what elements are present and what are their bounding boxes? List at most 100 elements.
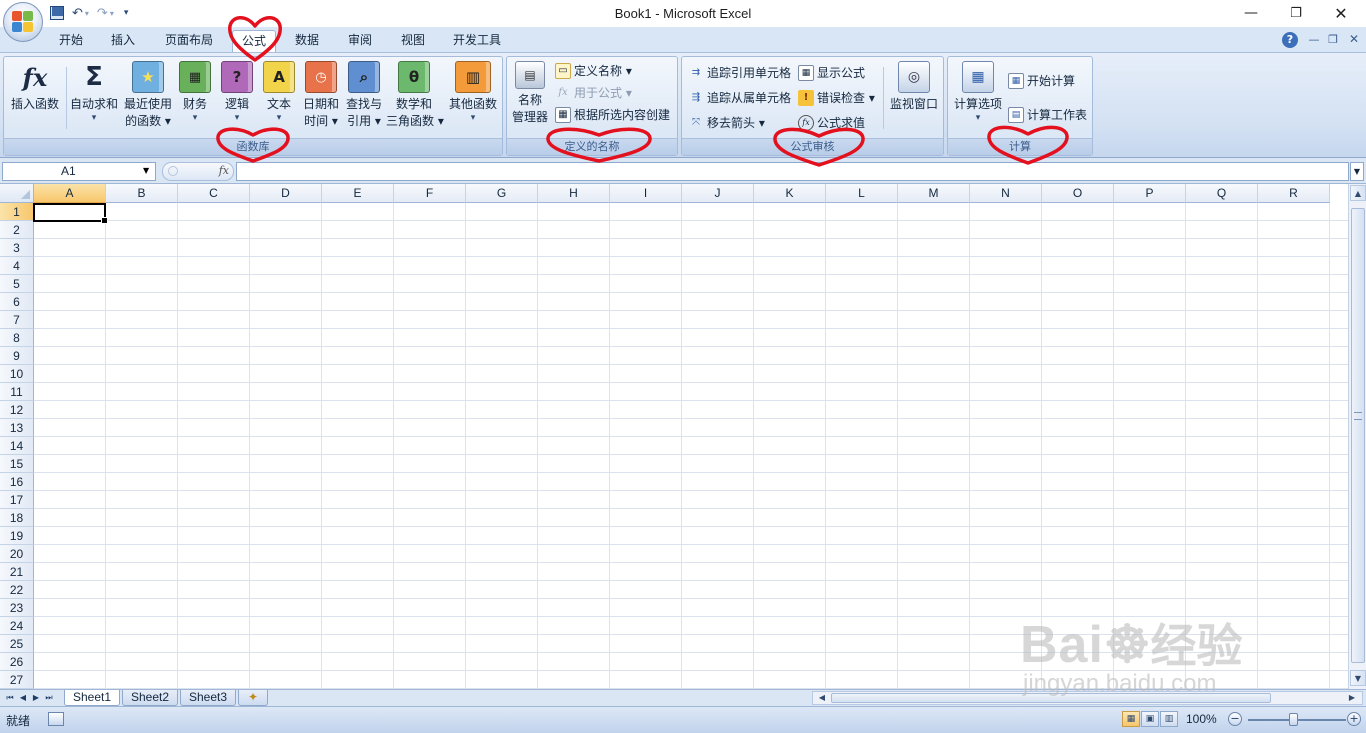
column-header-c[interactable]: C	[178, 184, 250, 203]
row-header-20[interactable]: 20	[0, 545, 34, 563]
tab-data[interactable]: 数据	[288, 30, 326, 52]
column-header-b[interactable]: B	[106, 184, 178, 203]
datetime-button[interactable]: ◷ 日期和 时间 ▾	[301, 61, 341, 130]
help-icon[interactable]: ?	[1282, 32, 1298, 48]
row-header-1[interactable]: 1	[0, 203, 34, 221]
close-button[interactable]: ✕	[1318, 0, 1364, 26]
row-header-9[interactable]: 9	[0, 347, 34, 365]
prev-sheet-icon[interactable]: ◀	[17, 692, 29, 704]
row-header-17[interactable]: 17	[0, 491, 34, 509]
create-from-selection-button[interactable]: ▦ 根据所选内容创建	[555, 105, 670, 125]
row-header-14[interactable]: 14	[0, 437, 34, 455]
column-header-q[interactable]: Q	[1186, 184, 1258, 203]
row-header-6[interactable]: 6	[0, 293, 34, 311]
row-header-7[interactable]: 7	[0, 311, 34, 329]
watch-window-button[interactable]: ◎ 监视窗口	[886, 61, 942, 113]
autosum-button[interactable]: Σ 自动求和 ▾	[68, 61, 120, 124]
expand-formula-bar-icon[interactable]: ▼	[1350, 162, 1364, 181]
name-manager-button[interactable]: ▤ 名称 管理器	[509, 61, 551, 126]
row-header-4[interactable]: 4	[0, 257, 34, 275]
tab-developer[interactable]: 开发工具	[446, 30, 508, 52]
tab-review[interactable]: 审阅	[341, 30, 379, 52]
evaluate-formula-button[interactable]: fx 公式求值	[798, 113, 865, 133]
row-header-12[interactable]: 12	[0, 401, 34, 419]
tab-page-layout[interactable]: 页面布局	[158, 30, 220, 52]
page-break-view-button[interactable]: ▥	[1160, 711, 1178, 727]
insert-function-button[interactable]: fx 插入函数	[6, 61, 64, 113]
calc-now-button[interactable]: ▦ 开始计算	[1008, 71, 1075, 91]
select-all-button[interactable]	[0, 184, 34, 203]
row-header-8[interactable]: 8	[0, 329, 34, 347]
remove-arrows-button[interactable]: ⤧ 移去箭头 ▾	[688, 113, 765, 133]
name-box-dropdown-icon[interactable]: ▼	[143, 166, 149, 175]
row-header-19[interactable]: 19	[0, 527, 34, 545]
column-header-l[interactable]: L	[826, 184, 898, 203]
scroll-right-icon[interactable]: ▶	[1345, 692, 1359, 704]
row-header-13[interactable]: 13	[0, 419, 34, 437]
vertical-scroll-thumb[interactable]	[1351, 208, 1365, 663]
column-header-k[interactable]: K	[754, 184, 826, 203]
last-sheet-icon[interactable]: ⏭	[43, 692, 55, 704]
row-header-16[interactable]: 16	[0, 473, 34, 491]
error-checking-button[interactable]: ! 错误检查 ▾	[798, 88, 875, 108]
define-name-button[interactable]: ▭ 定义名称 ▾	[555, 61, 632, 81]
column-header-j[interactable]: J	[682, 184, 754, 203]
calc-sheet-button[interactable]: ▤ 计算工作表	[1008, 105, 1087, 125]
row-header-5[interactable]: 5	[0, 275, 34, 293]
more-functions-button[interactable]: ▥ 其他函数 ▾	[446, 61, 500, 123]
row-header-26[interactable]: 26	[0, 653, 34, 671]
name-box[interactable]: A1	[2, 162, 156, 181]
sheet-tab-2[interactable]: Sheet2	[122, 690, 178, 706]
column-header-n[interactable]: N	[970, 184, 1042, 203]
page-layout-view-button[interactable]: ▣	[1141, 711, 1159, 727]
tab-insert[interactable]: 插入	[104, 30, 142, 52]
column-header-o[interactable]: O	[1042, 184, 1114, 203]
tab-view[interactable]: 视图	[394, 30, 432, 52]
use-in-formula-button[interactable]: fx 用于公式 ▾	[555, 83, 632, 103]
text-functions-button[interactable]: A 文本 ▾	[260, 61, 298, 123]
row-header-21[interactable]: 21	[0, 563, 34, 581]
office-button[interactable]	[3, 2, 43, 42]
macro-record-icon[interactable]	[48, 712, 64, 726]
row-header-22[interactable]: 22	[0, 581, 34, 599]
column-header-m[interactable]: M	[898, 184, 970, 203]
ribbon-minimize-icon[interactable]: —	[1306, 32, 1322, 48]
scroll-down-icon[interactable]: ▼	[1350, 670, 1366, 686]
first-sheet-icon[interactable]: ⏮	[4, 692, 16, 704]
column-header-i[interactable]: I	[610, 184, 682, 203]
ribbon-restore-icon[interactable]: ❐	[1325, 32, 1341, 48]
column-header-r[interactable]: R	[1258, 184, 1330, 203]
next-sheet-icon[interactable]: ▶	[30, 692, 42, 704]
sheet-tab-1[interactable]: Sheet1	[64, 690, 120, 706]
row-header-23[interactable]: 23	[0, 599, 34, 617]
column-header-a[interactable]: A	[34, 184, 106, 203]
show-formulas-button[interactable]: ▦ 显示公式	[798, 63, 865, 83]
ribbon-close-icon[interactable]: ✕	[1346, 32, 1362, 48]
restore-button[interactable]: ❐	[1273, 0, 1319, 26]
column-header-p[interactable]: P	[1114, 184, 1186, 203]
insert-sheet-button[interactable]: ✦	[238, 690, 268, 706]
zoom-slider-thumb[interactable]	[1289, 713, 1298, 726]
normal-view-button[interactable]: ▦	[1122, 711, 1140, 727]
zoom-out-icon[interactable]: −	[1228, 712, 1242, 726]
scroll-left-icon[interactable]: ◀	[815, 692, 829, 704]
formula-input[interactable]	[236, 162, 1349, 181]
row-header-24[interactable]: 24	[0, 617, 34, 635]
row-header-11[interactable]: 11	[0, 383, 34, 401]
logical-button[interactable]: ? 逻辑 ▾	[218, 61, 256, 123]
recent-functions-button[interactable]: ★ 最近使用 的函数 ▾	[121, 61, 175, 130]
column-header-d[interactable]: D	[250, 184, 322, 203]
column-header-g[interactable]: G	[466, 184, 538, 203]
zoom-in-icon[interactable]: +	[1347, 712, 1361, 726]
row-header-10[interactable]: 10	[0, 365, 34, 383]
financial-button[interactable]: ▦ 财务 ▾	[176, 61, 214, 123]
row-header-15[interactable]: 15	[0, 455, 34, 473]
row-header-18[interactable]: 18	[0, 509, 34, 527]
column-header-e[interactable]: E	[322, 184, 394, 203]
tab-home[interactable]: 开始	[52, 30, 90, 52]
row-header-3[interactable]: 3	[0, 239, 34, 257]
row-header-27[interactable]: 27	[0, 671, 34, 689]
row-header-25[interactable]: 25	[0, 635, 34, 653]
column-header-h[interactable]: H	[538, 184, 610, 203]
row-header-2[interactable]: 2	[0, 221, 34, 239]
